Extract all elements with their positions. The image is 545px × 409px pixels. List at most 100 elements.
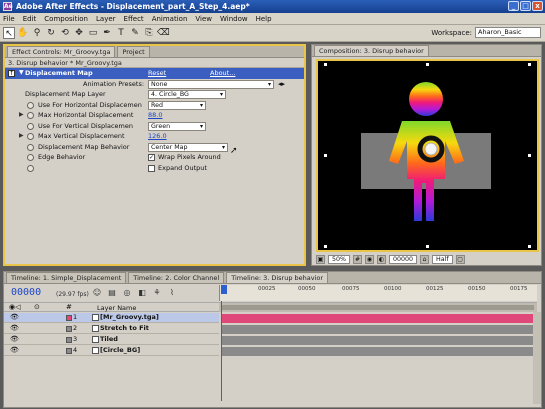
stopwatch-icon[interactable]: [27, 112, 34, 119]
shy-layers-icon[interactable]: ☺: [92, 288, 102, 298]
work-area-bar[interactable]: [219, 302, 537, 312]
channel-icon[interactable]: ◐: [377, 255, 386, 264]
grid-icon[interactable]: #: [353, 255, 362, 264]
stopwatch-icon[interactable]: [27, 143, 34, 151]
menu-layer[interactable]: Layer: [96, 15, 116, 23]
menu-window[interactable]: Window: [220, 15, 248, 23]
orbit-camera-tool-icon[interactable]: ⟲: [59, 27, 71, 39]
layer-name[interactable]: [Mr_Groovy.tga]: [100, 313, 159, 322]
max-vertical-value[interactable]: 126.0: [148, 131, 167, 141]
region-of-interest-icon[interactable]: ▢: [455, 255, 465, 264]
expand-output-checkbox[interactable]: [148, 164, 155, 172]
map-behavior-dropdown[interactable]: Center Map: [148, 142, 228, 152]
label-color-swatch[interactable]: [66, 326, 72, 332]
snapshot-icon[interactable]: ◉: [365, 255, 374, 264]
menu-effect[interactable]: Effect: [124, 15, 144, 23]
layer-row[interactable]: 👁 3 Tiled: [4, 335, 219, 345]
visibility-eye-icon[interactable]: 👁: [10, 324, 19, 333]
zoom-tool-icon[interactable]: ⚲: [31, 27, 43, 39]
menu-help[interactable]: Help: [256, 15, 272, 23]
selection-tool-icon[interactable]: ↖: [3, 27, 15, 39]
current-time-indicator[interactable]: [221, 285, 227, 294]
layer-duration-bar[interactable]: [222, 336, 534, 345]
expand-triangle-icon[interactable]: ▶: [19, 110, 24, 120]
visibility-eye-icon[interactable]: 👁: [10, 335, 19, 344]
eraser-tool-icon[interactable]: ⌫: [157, 27, 170, 39]
layer-row[interactable]: 👁 2 Stretch to Fit: [4, 324, 219, 334]
reset-link[interactable]: Reset: [148, 68, 166, 78]
safe-zones-icon[interactable]: ▣: [316, 255, 325, 264]
use-vertical-dropdown[interactable]: Green: [148, 121, 206, 131]
zoom-dropdown[interactable]: 50%: [328, 255, 350, 264]
comp-timecode[interactable]: 00000: [389, 255, 418, 264]
layer-name-header[interactable]: Layer Name: [97, 304, 136, 312]
stopwatch-icon[interactable]: [27, 122, 34, 130]
close-button[interactable]: x: [532, 1, 543, 11]
brainstorm-icon[interactable]: ⚘: [152, 288, 162, 298]
layer-name[interactable]: Stretch to Fit: [100, 324, 149, 333]
about-link[interactable]: About...: [210, 68, 235, 78]
layer-name[interactable]: Tiled: [100, 335, 118, 344]
stopwatch-icon[interactable]: [27, 164, 34, 172]
displacement-map-effect-row[interactable]: ▼ f Displacement Map Reset About...: [5, 68, 304, 79]
time-ruler[interactable]: 00025 00050 00075 00100 00125 00150 0017…: [219, 285, 537, 301]
label-color-swatch[interactable]: [66, 337, 72, 343]
tab-timeline-2[interactable]: Timeline: 2. Color Channel: [128, 272, 225, 283]
menu-composition[interactable]: Composition: [44, 15, 88, 23]
stopwatch-icon[interactable]: [27, 101, 34, 109]
tab-timeline-1[interactable]: Timeline: 1. Simple_Displacement: [6, 272, 127, 283]
fx-toggle-icon[interactable]: f: [8, 70, 15, 77]
rectangle-mask-tool-icon[interactable]: ▭: [87, 27, 99, 39]
stopwatch-icon[interactable]: [27, 133, 34, 140]
visibility-eye-icon[interactable]: 👁: [10, 313, 19, 322]
max-horizontal-value[interactable]: 88.0: [148, 110, 162, 120]
layer-duration-bar[interactable]: [222, 325, 534, 334]
clone-stamp-tool-icon[interactable]: ⎘: [143, 27, 155, 39]
label-color-swatch[interactable]: [66, 315, 72, 321]
stopwatch-icon[interactable]: [27, 154, 34, 161]
motion-blur-icon[interactable]: ◎: [122, 288, 132, 298]
expand-triangle-icon[interactable]: ▼: [19, 68, 24, 78]
preset-nav-arrows-icon[interactable]: ◂▸: [278, 79, 285, 89]
rotate-tool-icon[interactable]: ↻: [45, 27, 57, 39]
layer-row[interactable]: 👁 1 [Mr_Groovy.tga]: [4, 313, 219, 323]
tab-project[interactable]: Project: [117, 46, 150, 57]
brush-tool-icon[interactable]: ✎: [129, 27, 141, 39]
visibility-eye-icon[interactable]: 👁: [10, 346, 19, 355]
use-horizontal-row: Use For Horizontal Displacemen Red: [5, 100, 304, 111]
hand-tool-icon[interactable]: ✋: [17, 27, 29, 39]
frame-blending-icon[interactable]: ▤: [107, 288, 117, 298]
text-tool-icon[interactable]: T: [115, 27, 127, 39]
ruler-tick: 00075: [342, 286, 360, 292]
tab-effect-controls[interactable]: Effect Controls: Mr_Groovy.tga: [7, 46, 116, 57]
layer-duration-bar[interactable]: [222, 314, 534, 323]
map-layer-dropdown[interactable]: 4. Circle_BG: [148, 90, 226, 99]
graph-editor-icon[interactable]: ⌇: [167, 288, 177, 298]
layer-row[interactable]: 👁 4 [Circle_BG]: [4, 346, 219, 356]
wrap-pixels-checkbox[interactable]: ✓: [148, 154, 155, 161]
pan-behind-tool-icon[interactable]: ✥: [73, 27, 85, 39]
minimize-button[interactable]: _: [508, 1, 519, 11]
expand-triangle-icon[interactable]: ▶: [19, 131, 24, 141]
menu-edit[interactable]: Edit: [23, 15, 37, 23]
label-color-swatch[interactable]: [66, 348, 72, 354]
layer-duration-bar[interactable]: [222, 347, 534, 356]
use-horizontal-dropdown[interactable]: Red: [148, 100, 206, 110]
camera-icon[interactable]: ⌂: [420, 255, 430, 264]
draft-3d-icon[interactable]: ◧: [137, 288, 147, 298]
tab-timeline-3[interactable]: Timeline: 3. Disrup behavior: [226, 272, 329, 283]
timeline-current-time[interactable]: 00000: [11, 287, 41, 298]
menu-file[interactable]: File: [3, 15, 15, 23]
layer-name[interactable]: [Circle_BG]: [100, 346, 140, 355]
maximize-button[interactable]: □: [520, 1, 531, 11]
resolution-dropdown[interactable]: Half: [432, 255, 453, 264]
composition-viewer[interactable]: [316, 59, 539, 252]
layer-number: 4: [73, 346, 78, 354]
menu-view[interactable]: View: [195, 15, 212, 23]
timeline-scrollbar[interactable]: [533, 312, 541, 404]
pen-tool-icon[interactable]: ✒: [101, 27, 113, 39]
menu-animation[interactable]: Animation: [152, 15, 188, 23]
workspace-dropdown[interactable]: Aharon_Basic: [475, 27, 541, 38]
tab-composition[interactable]: Composition: 3. Disrup behavior: [314, 45, 429, 56]
animation-presets-dropdown[interactable]: None: [148, 79, 274, 89]
